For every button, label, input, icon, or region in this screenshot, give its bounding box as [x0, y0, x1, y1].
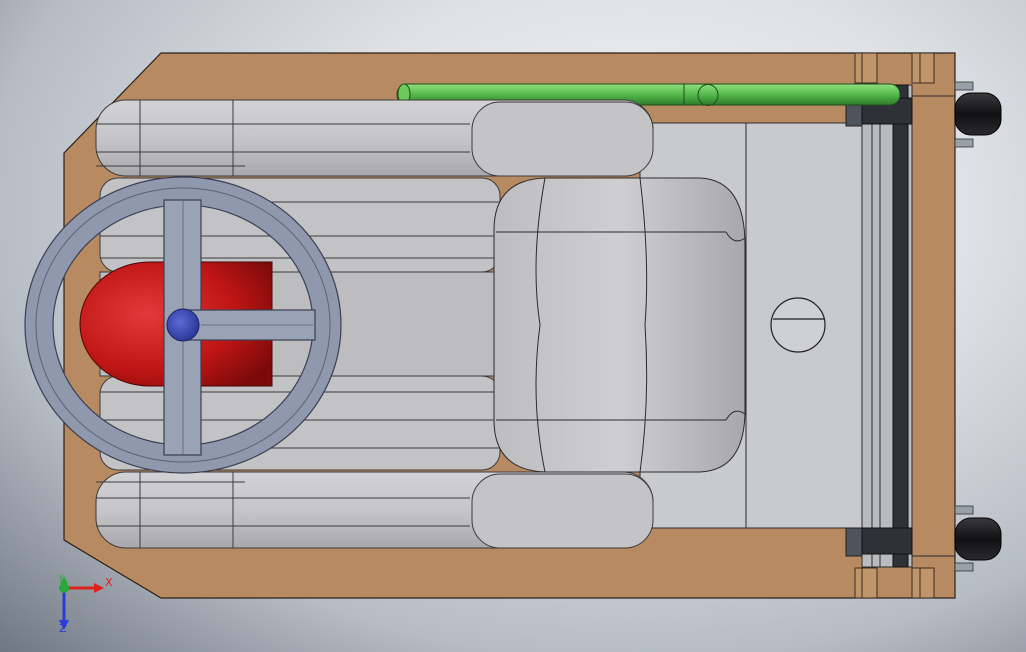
- rear-tire-bottom[interactable]: [954, 505, 1002, 572]
- rear-tire-top[interactable]: [954, 81, 1002, 148]
- armrest-bottom[interactable]: [95, 471, 654, 549]
- triad-y-label: Y: [58, 574, 64, 584]
- graphics-viewport[interactable]: X Y Z: [0, 0, 1026, 652]
- triad-z-label: Z: [59, 622, 67, 635]
- seat-cushion[interactable]: [493, 177, 746, 473]
- model-drawing[interactable]: [0, 0, 1026, 652]
- armrest-top[interactable]: [95, 99, 654, 177]
- coordinate-triad: X Y Z: [50, 572, 120, 634]
- triad-x-label: X: [105, 576, 113, 589]
